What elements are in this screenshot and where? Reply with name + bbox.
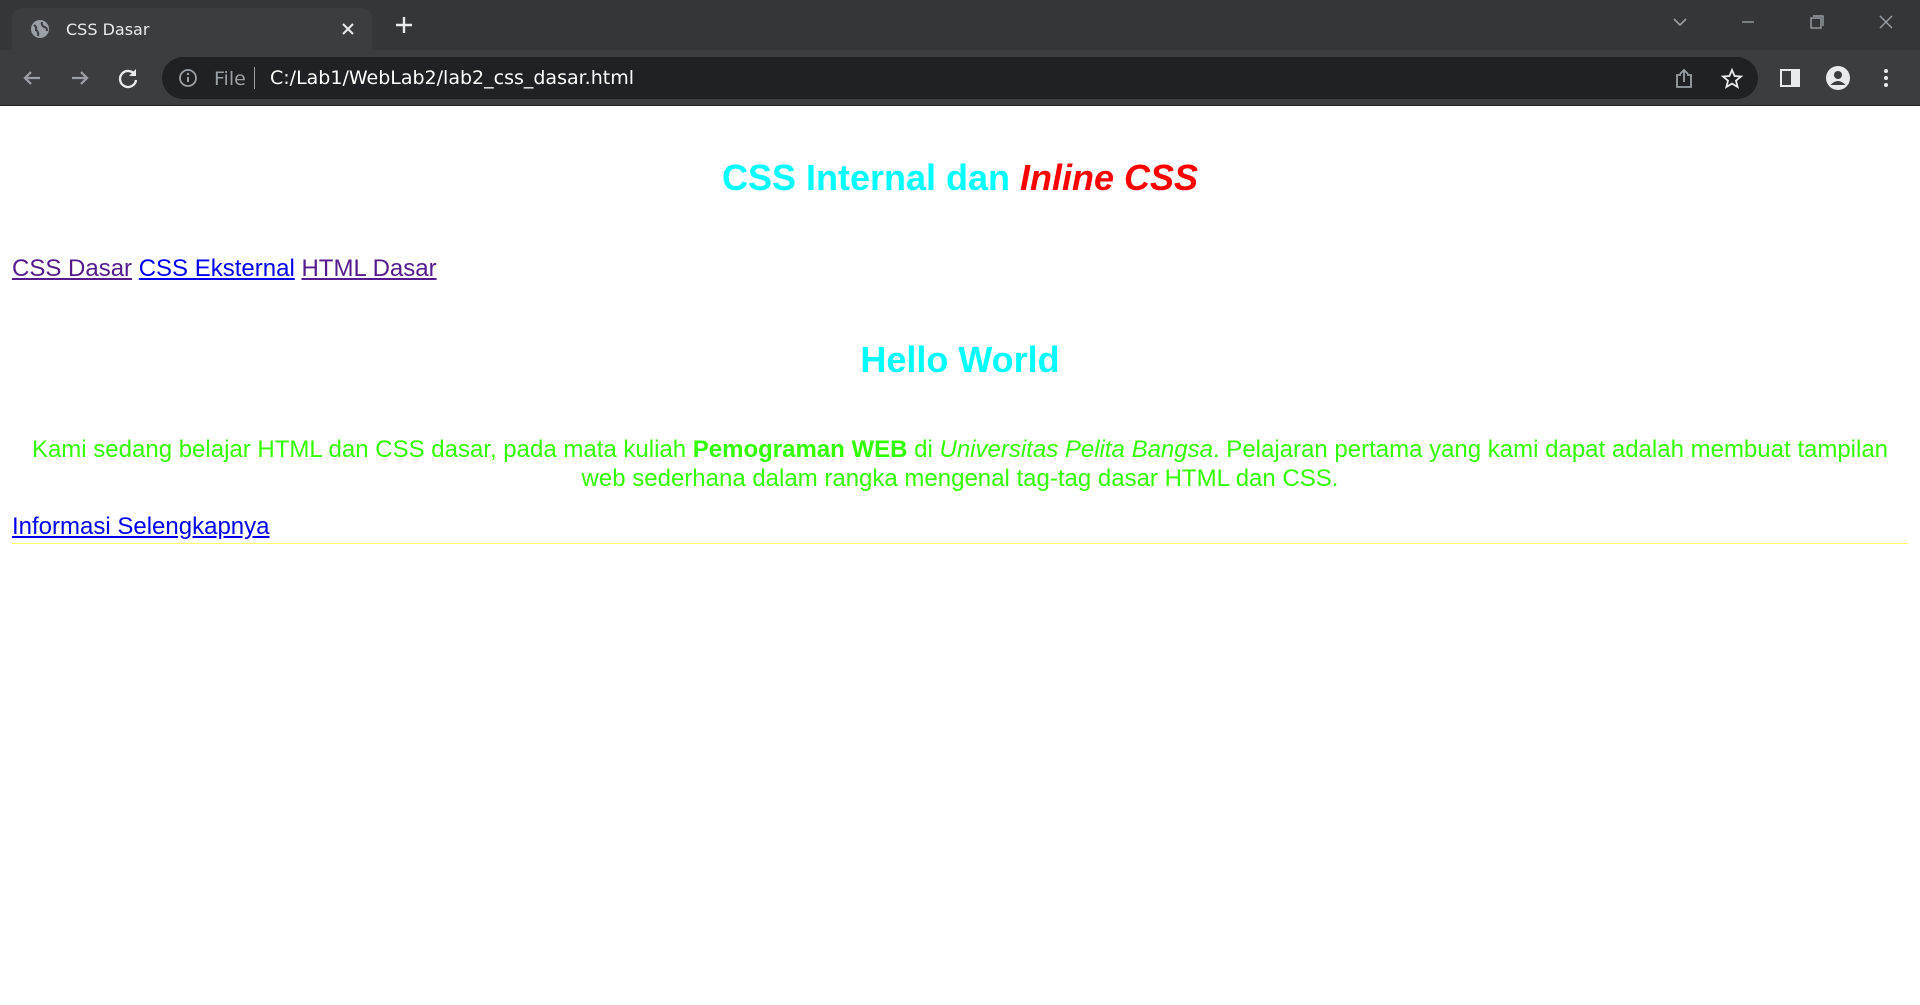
tab-strip: CSS Dasar bbox=[0, 0, 1920, 50]
back-arrow-icon[interactable] bbox=[18, 64, 46, 92]
url-text[interactable]: C:/Lab1/WebLab2/lab2_css_dasar.html bbox=[270, 67, 634, 89]
link-html-dasar[interactable]: HTML Dasar bbox=[301, 255, 436, 282]
window-close-icon[interactable] bbox=[1872, 10, 1900, 34]
para-text-1: Kami sedang belajar HTML dan CSS dasar, … bbox=[31, 436, 693, 463]
more-info-link[interactable]: Informasi Selengkapnya bbox=[12, 513, 269, 541]
globe-icon bbox=[31, 20, 49, 38]
heading-inline-text: Inline CSS bbox=[1020, 157, 1199, 198]
side-panel-icon[interactable] bbox=[1778, 66, 1802, 90]
close-icon[interactable] bbox=[338, 19, 358, 39]
para-italic: Universitas Pelita Bangsa bbox=[939, 436, 1213, 463]
heading-text: CSS Internal dan bbox=[721, 157, 1021, 198]
hello-heading: Hello World bbox=[860, 339, 1060, 380]
page-viewport: CSS Internal dan Inline CSS CSS Dasar CS… bbox=[0, 107, 1920, 1005]
intro-paragraph: Kami sedang belajar HTML dan CSS dasar, … bbox=[30, 435, 1890, 493]
plus-icon[interactable] bbox=[392, 13, 416, 37]
restore-icon[interactable] bbox=[1802, 10, 1830, 34]
tab-title: CSS Dasar bbox=[66, 20, 150, 39]
page-heading: CSS Internal dan Inline CSS bbox=[0, 157, 1920, 199]
link-css-dasar[interactable]: CSS Dasar bbox=[12, 255, 132, 282]
chevron-down-icon[interactable] bbox=[1666, 10, 1694, 34]
browser-tab[interactable]: CSS Dasar bbox=[12, 8, 372, 50]
omnibox-separator bbox=[254, 67, 255, 89]
para-text-2: di bbox=[907, 436, 940, 463]
forward-arrow-icon[interactable] bbox=[66, 64, 94, 92]
reload-icon[interactable] bbox=[114, 64, 142, 92]
file-scheme-label: File bbox=[214, 68, 246, 90]
minimize-icon[interactable] bbox=[1734, 10, 1762, 34]
address-bar[interactable]: File C:/Lab1/WebLab2/lab2_css_dasar.html bbox=[162, 57, 1758, 99]
browser-toolbar: File C:/Lab1/WebLab2/lab2_css_dasar.html bbox=[0, 50, 1920, 106]
kebab-menu-icon[interactable] bbox=[1874, 66, 1898, 90]
nav-links: CSS Dasar CSS Eksternal HTML Dasar bbox=[12, 255, 437, 283]
profile-icon[interactable] bbox=[1826, 66, 1850, 90]
share-icon[interactable] bbox=[1672, 67, 1696, 91]
link-css-eksternal[interactable]: CSS Eksternal bbox=[139, 255, 295, 282]
para-bold: Pemograman WEB bbox=[692, 436, 908, 463]
horizontal-rule bbox=[12, 543, 1908, 544]
info-icon[interactable] bbox=[178, 68, 198, 88]
star-icon[interactable] bbox=[1720, 67, 1744, 91]
